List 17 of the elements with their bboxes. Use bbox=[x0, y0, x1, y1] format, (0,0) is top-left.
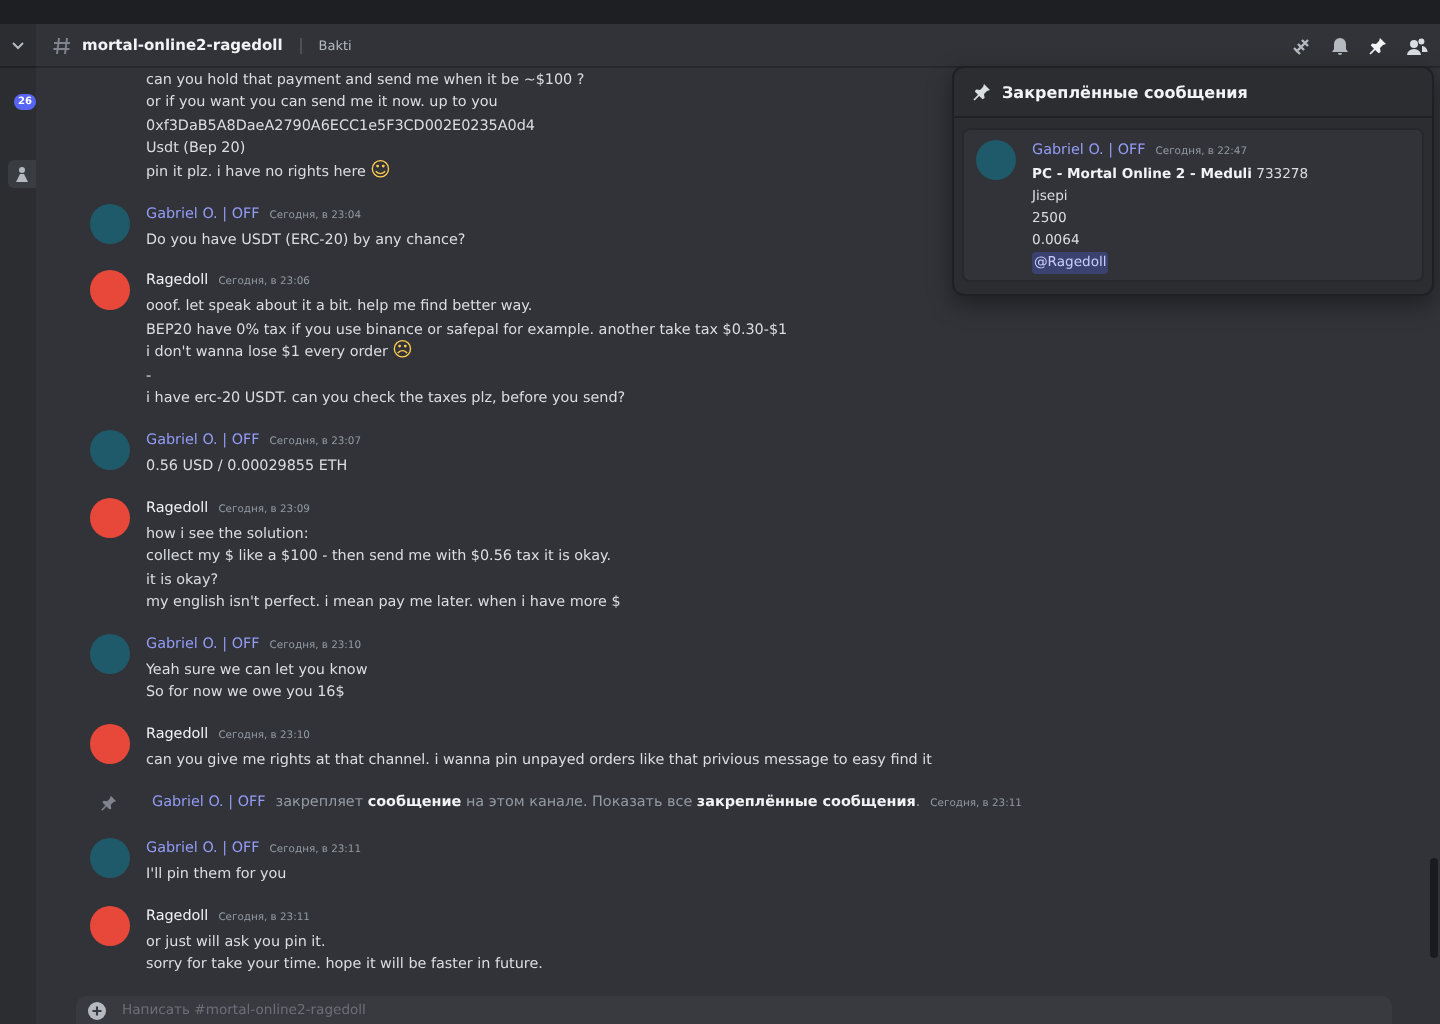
emoji: ☹ bbox=[392, 340, 413, 363]
user-avatar[interactable] bbox=[90, 270, 130, 311]
pin-icon bbox=[100, 794, 118, 813]
voice-user-button[interactable] bbox=[8, 160, 36, 188]
popup-title: Закреплённые сообщения bbox=[1002, 83, 1248, 101]
user-avatar[interactable] bbox=[90, 724, 130, 765]
pin-icon bbox=[1368, 35, 1388, 55]
hashtag-icon bbox=[52, 35, 72, 55]
bell-icon[interactable] bbox=[1330, 35, 1350, 55]
plus-icon[interactable] bbox=[88, 1001, 106, 1019]
members-icon[interactable] bbox=[1406, 35, 1428, 55]
pin-icon bbox=[972, 82, 992, 102]
user-avatar[interactable] bbox=[90, 497, 130, 538]
person-icon bbox=[14, 166, 30, 182]
emoji: ☺ bbox=[369, 159, 391, 182]
user-avatar[interactable] bbox=[90, 905, 130, 946]
chevron-down-icon[interactable] bbox=[12, 41, 24, 49]
